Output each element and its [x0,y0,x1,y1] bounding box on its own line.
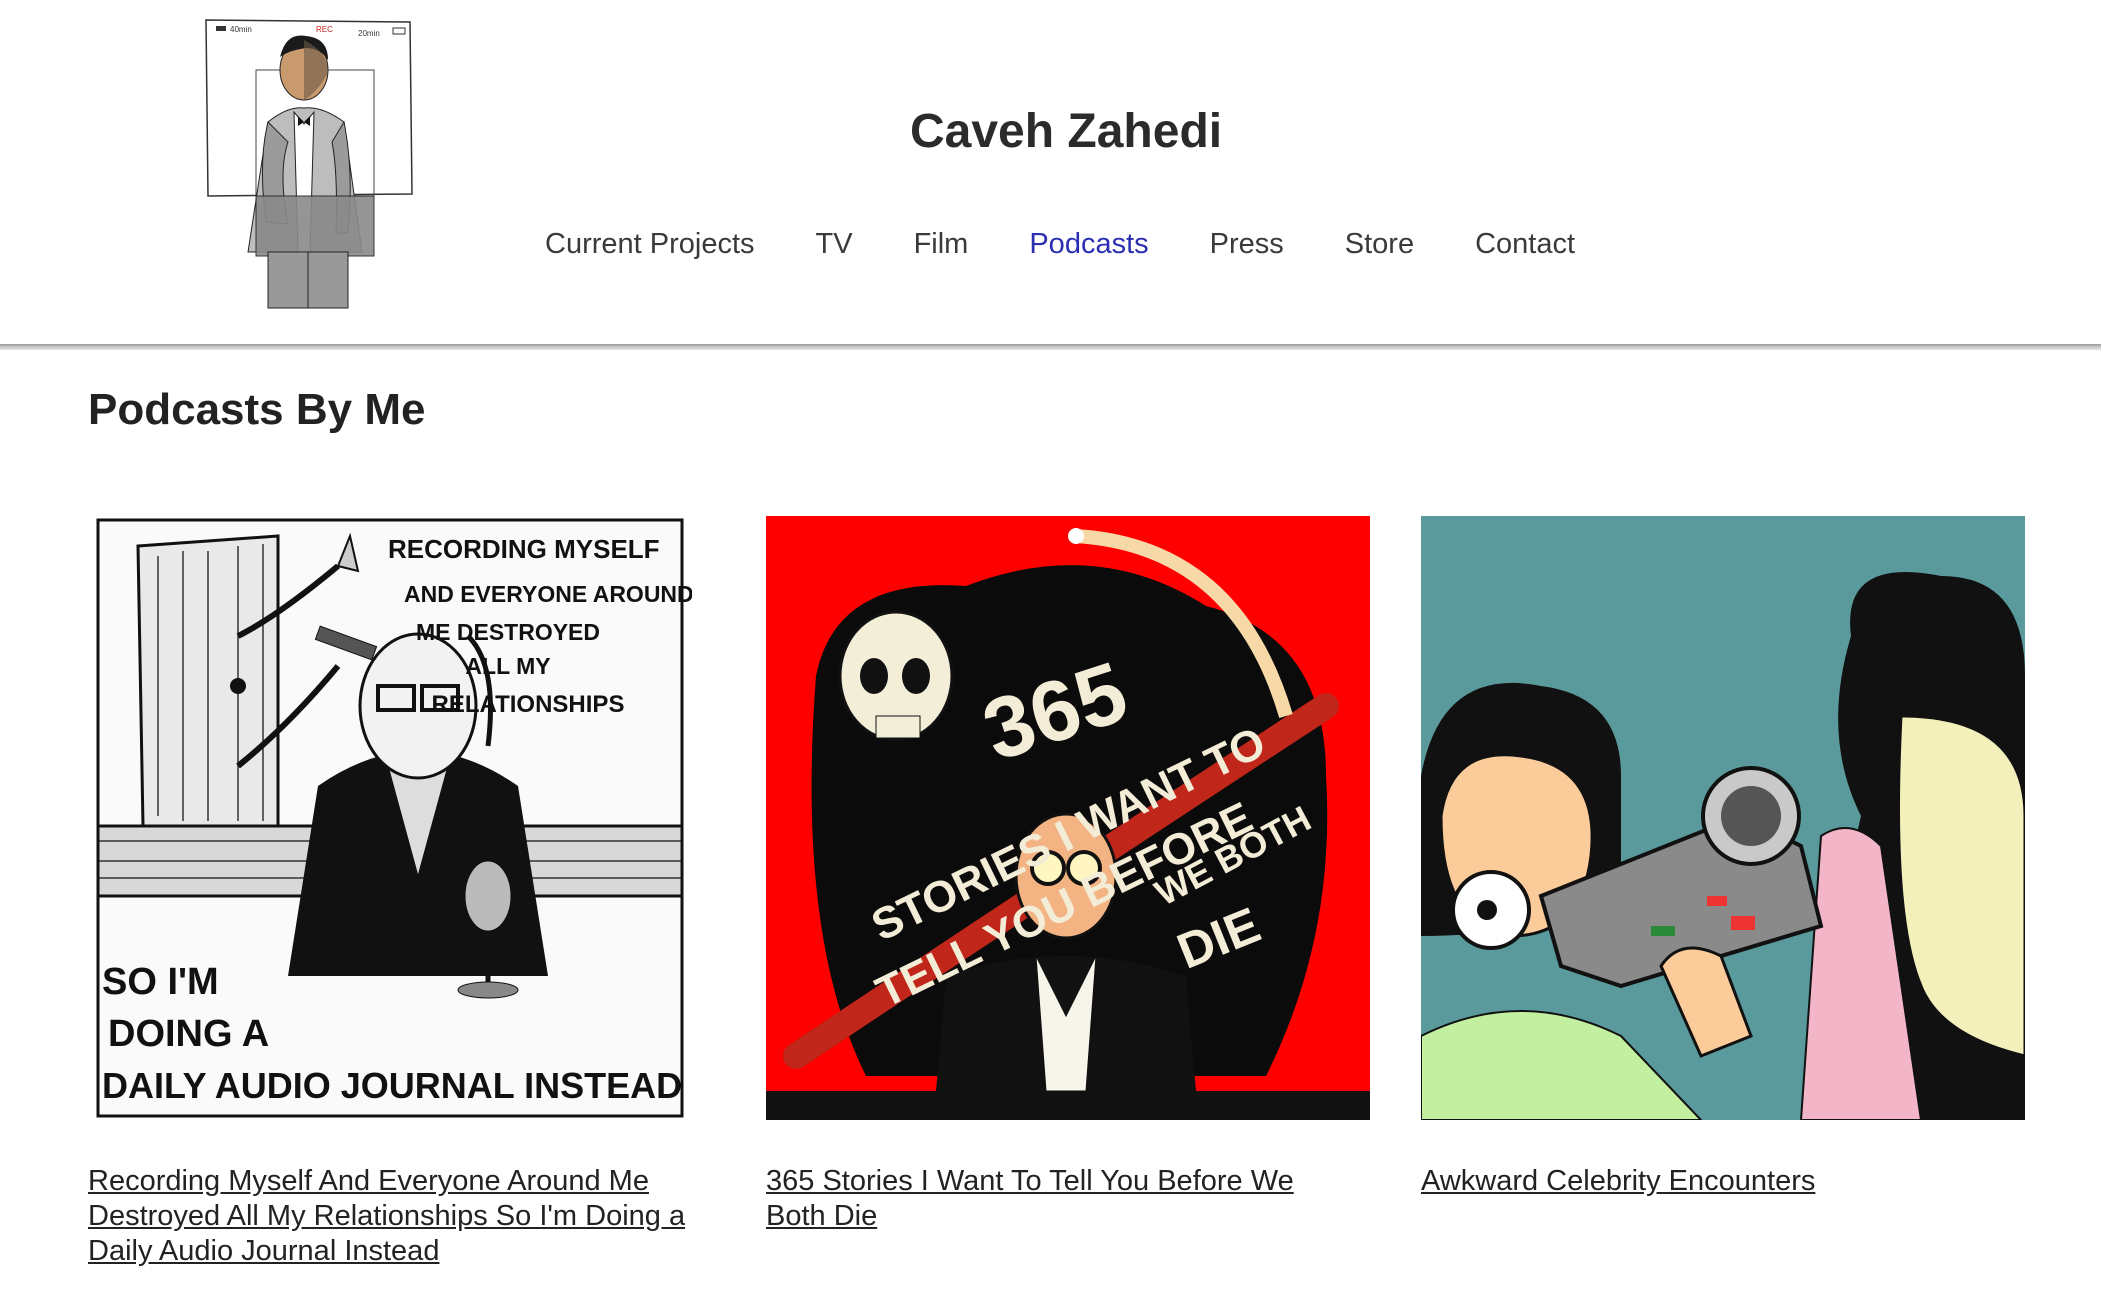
podcast-card: RECORDING MYSELF AND EVERYONE AROUND ME … [88,516,692,1269]
site-header: 40min REC 20min Caveh Zahedi Current Pro… [0,0,2101,345]
art-text-line: DOING A [108,1013,269,1055]
podcast-title-link[interactable]: 365 Stories I Want To Tell You Before We… [766,1164,1326,1234]
podcast-cover-awkward-celebrity[interactable] [1421,516,2025,1120]
art-text-line: RELATIONSHIPS [432,691,625,718]
logo-illustration[interactable]: 40min REC 20min [198,12,420,312]
art-text-line: ALL MY [465,653,550,679]
nav-current-projects[interactable]: Current Projects [545,222,755,266]
logo-text-right: 20min [358,29,380,38]
podcast-cover-recording-myself[interactable]: RECORDING MYSELF AND EVERYONE AROUND ME … [88,516,692,1120]
podcast-title-link[interactable]: Awkward Celebrity Encounters [1421,1164,2025,1199]
art-text-line: RECORDING MYSELF [388,534,660,564]
art-text-line: DAILY AUDIO JOURNAL INSTEAD [102,1065,682,1106]
podcast-cover-365-stories[interactable]: 365 STORIES I WANT TO TELL YOU BEFORE WE… [766,516,1370,1120]
nav-contact[interactable]: Contact [1475,222,1575,266]
nav-film[interactable]: Film [914,222,969,266]
art-text-line: ME DESTROYED [416,619,600,645]
section-title: Podcasts By Me [88,385,426,434]
art-text-line: AND EVERYONE AROUND [404,581,692,607]
main-nav: Current Projects TV Film Podcasts Press … [545,222,1636,266]
site-title[interactable]: Caveh Zahedi [910,104,1222,159]
logo-text-left: 40min [230,25,252,34]
podcast-title-link[interactable]: Recording Myself And Everyone Around Me … [88,1164,688,1269]
art-text-line: SO I'M [102,961,219,1003]
nav-store[interactable]: Store [1345,222,1414,266]
logo-text-center: REC [316,25,333,34]
podcast-card: Awkward Celebrity Encounters [1421,516,2025,1199]
nav-podcasts[interactable]: Podcasts [1029,222,1148,266]
nav-press[interactable]: Press [1210,222,1284,266]
nav-tv[interactable]: TV [816,222,853,266]
header-divider [0,344,2101,350]
podcast-card: 365 STORIES I WANT TO TELL YOU BEFORE WE… [766,516,1370,1234]
